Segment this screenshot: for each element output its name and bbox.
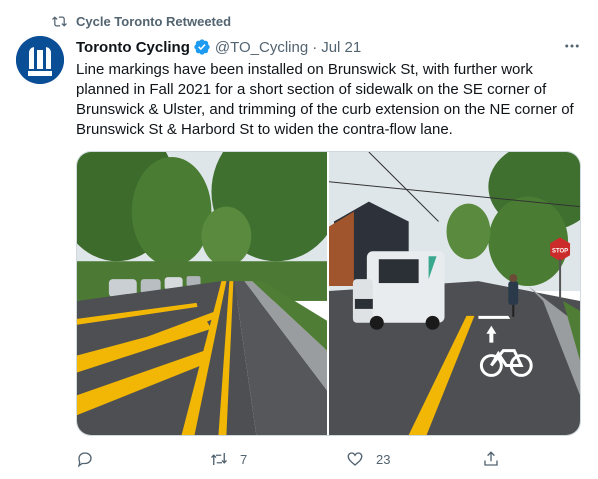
stop-sign-text: STOP (552, 248, 568, 254)
retweet-count: 7 (240, 451, 248, 467)
brunswick-street-photo-left[interactable] (77, 152, 327, 435)
share-button[interactable] (482, 448, 500, 470)
more-icon (565, 44, 579, 48)
retweet-icon (211, 453, 227, 465)
street-photo-left-image (77, 152, 327, 435)
tweet-date[interactable]: Jul 21 (321, 39, 361, 56)
tweet-actions: 7 23 (76, 448, 506, 470)
share-icon (484, 451, 498, 466)
brunswick-street-photo-right[interactable]: STOP (329, 152, 580, 435)
street-photo-right-image: STOP (329, 152, 580, 435)
avatar[interactable] (16, 36, 64, 84)
more-options-button[interactable] (562, 36, 582, 56)
author-name[interactable]: Toronto Cycling (76, 39, 190, 56)
retweeted-by-row[interactable]: Cycle Toronto Retweeted (52, 12, 231, 30)
like-button[interactable]: 23 (346, 448, 390, 470)
tweet-text: Line markings have been installed on Bru… (76, 61, 574, 138)
verified-badge-icon (194, 39, 210, 55)
author-handle[interactable]: @TO_Cycling (215, 39, 308, 56)
toronto-logo (16, 36, 64, 84)
retweeted-by-label: Cycle Toronto Retweeted (76, 13, 232, 29)
retweet-button[interactable]: 7 (210, 448, 247, 470)
like-count: 23 (376, 451, 391, 467)
media-gallery[interactable]: STOP (76, 151, 581, 436)
retweet-icon (52, 15, 67, 27)
meta-separator: · (312, 38, 318, 56)
tweet-header: Toronto Cycling @TO_Cycling · Jul 21 (76, 37, 361, 57)
heart-icon (347, 452, 363, 466)
reply-button[interactable] (76, 448, 94, 470)
reply-icon (77, 452, 92, 468)
